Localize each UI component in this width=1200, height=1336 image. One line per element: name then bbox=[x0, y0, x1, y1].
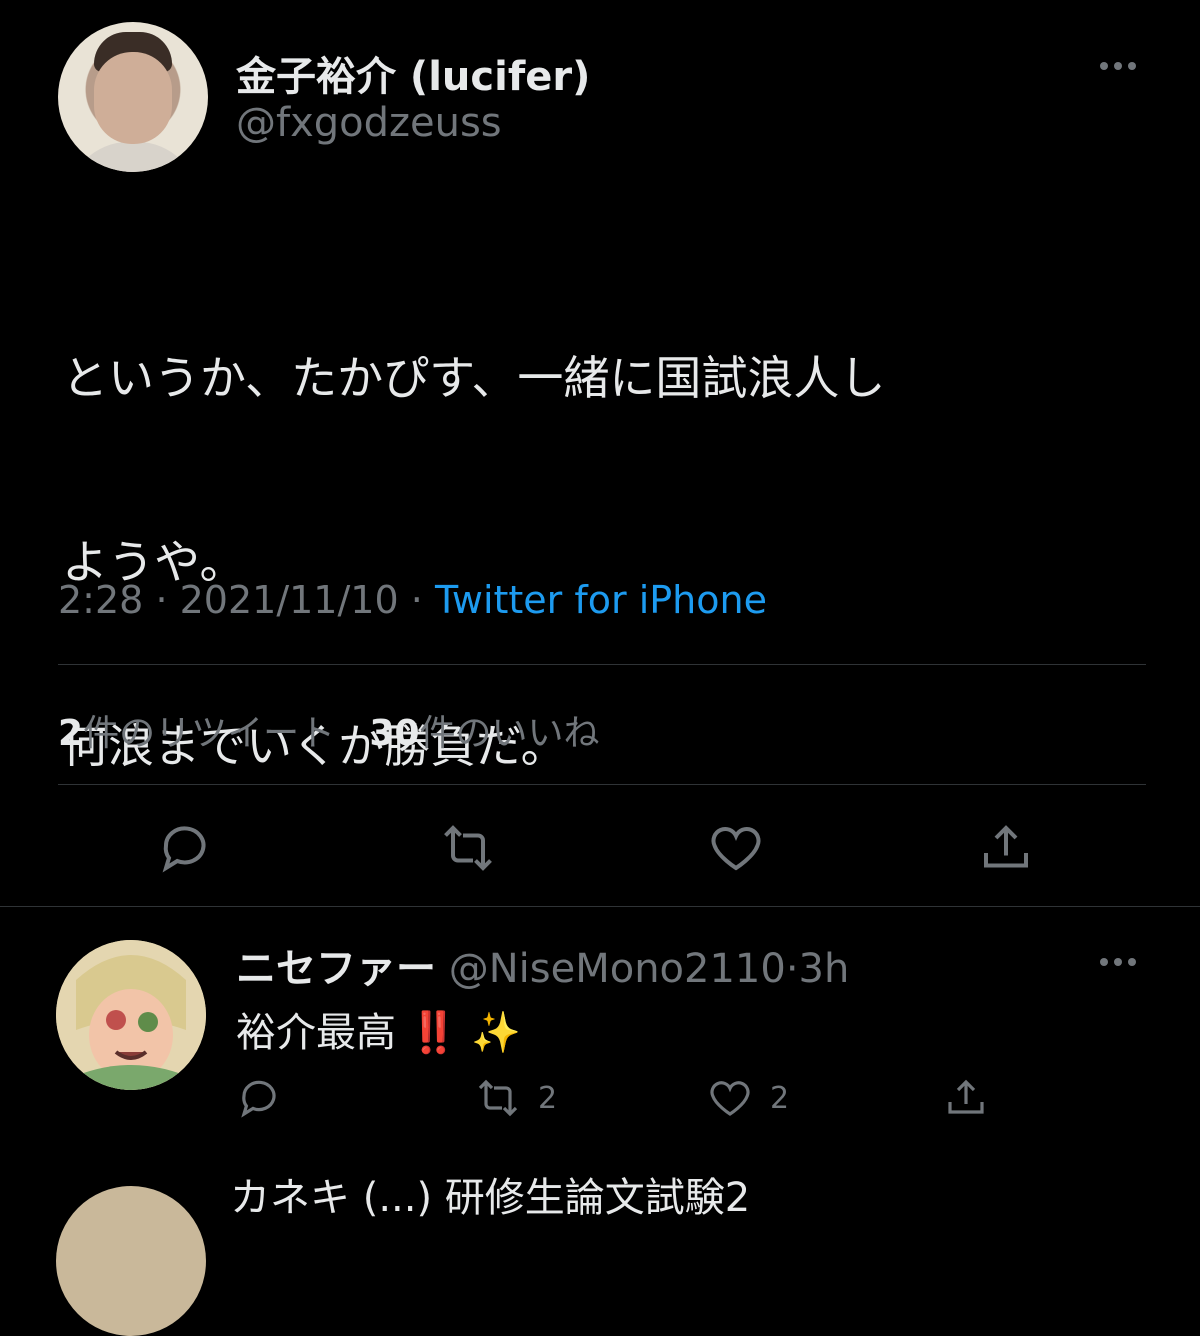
retweet-icon[interactable] bbox=[438, 818, 498, 878]
tweet-source-link[interactable]: Twitter for iPhone bbox=[435, 578, 767, 622]
like-icon bbox=[710, 1081, 750, 1116]
tweet-time: 2:28 bbox=[58, 578, 144, 622]
next-tweet-avatar[interactable] bbox=[56, 1186, 206, 1336]
retweet-count: 2 bbox=[58, 713, 84, 754]
tweet-text-line-1: というか、たかぴす、一緒に国試浪人し bbox=[62, 351, 886, 405]
like-count: 30 bbox=[369, 713, 420, 754]
author-name[interactable]: 金子裕介 (lucifer) bbox=[236, 44, 590, 102]
more-options-icon[interactable] bbox=[1100, 62, 1136, 70]
reply-retweet-button[interactable]: 2 bbox=[474, 1074, 557, 1122]
reply-retweet-count: 2 bbox=[538, 1080, 558, 1116]
retweet-stat[interactable]: 2件のリツイート bbox=[58, 713, 335, 754]
divider bbox=[58, 664, 1146, 665]
tweet-date: 2021/11/10 bbox=[179, 578, 399, 622]
share-icon bbox=[948, 1079, 984, 1114]
tweet-text: というか、たかぴす、一緒に国試浪人し ようや。 何浪までいくか勝負だ。 bbox=[62, 240, 1162, 884]
like-stat[interactable]: 30件のいいね bbox=[369, 713, 599, 754]
meta-separator: · bbox=[410, 578, 423, 622]
reply-icon bbox=[241, 1080, 276, 1118]
divider bbox=[0, 906, 1200, 907]
like-label: 件のいいね bbox=[419, 713, 600, 754]
retweet-icon bbox=[478, 1079, 518, 1117]
retweet-label: 件のリツイート bbox=[83, 713, 336, 754]
share-icon[interactable] bbox=[976, 818, 1036, 878]
reply-like-button[interactable]: 2 bbox=[706, 1074, 789, 1122]
tweet-meta: 2:28 · 2021/11/10 · Twitter for iPhone bbox=[58, 578, 767, 622]
reply-header: ニセファー @NiseMono2110·3h bbox=[236, 936, 849, 994]
reply-author-name[interactable]: ニセファー bbox=[236, 946, 436, 992]
reply-more-options-icon[interactable] bbox=[1100, 958, 1136, 966]
reply-icon[interactable] bbox=[156, 818, 216, 878]
reply-reply-button[interactable] bbox=[236, 1074, 284, 1122]
reply-share-button[interactable] bbox=[942, 1074, 990, 1122]
reply-time: 3h bbox=[798, 946, 850, 992]
like-icon[interactable] bbox=[706, 818, 766, 878]
next-tweet-partial: カネキ (...) 研修生論文試験2 bbox=[230, 1175, 751, 1221]
reply-text: 裕介最高 bbox=[236, 1010, 396, 1056]
author-avatar[interactable] bbox=[58, 22, 208, 172]
reply-separator: · bbox=[785, 946, 799, 992]
reply-emoji: ‼️ ✨ bbox=[408, 1010, 522, 1056]
reply-author-avatar[interactable] bbox=[56, 940, 206, 1090]
meta-separator: · bbox=[155, 578, 168, 622]
reply-author-handle[interactable]: @NiseMono2110 bbox=[449, 946, 786, 992]
divider bbox=[58, 784, 1146, 785]
author-handle[interactable]: @fxgodzeuss bbox=[236, 100, 502, 146]
tweet-stats: 2件のリツイート 30件のいいね bbox=[58, 704, 600, 756]
reply-like-count: 2 bbox=[770, 1080, 790, 1116]
reply-text-row: 裕介最高 ‼️ ✨ bbox=[236, 1000, 521, 1058]
